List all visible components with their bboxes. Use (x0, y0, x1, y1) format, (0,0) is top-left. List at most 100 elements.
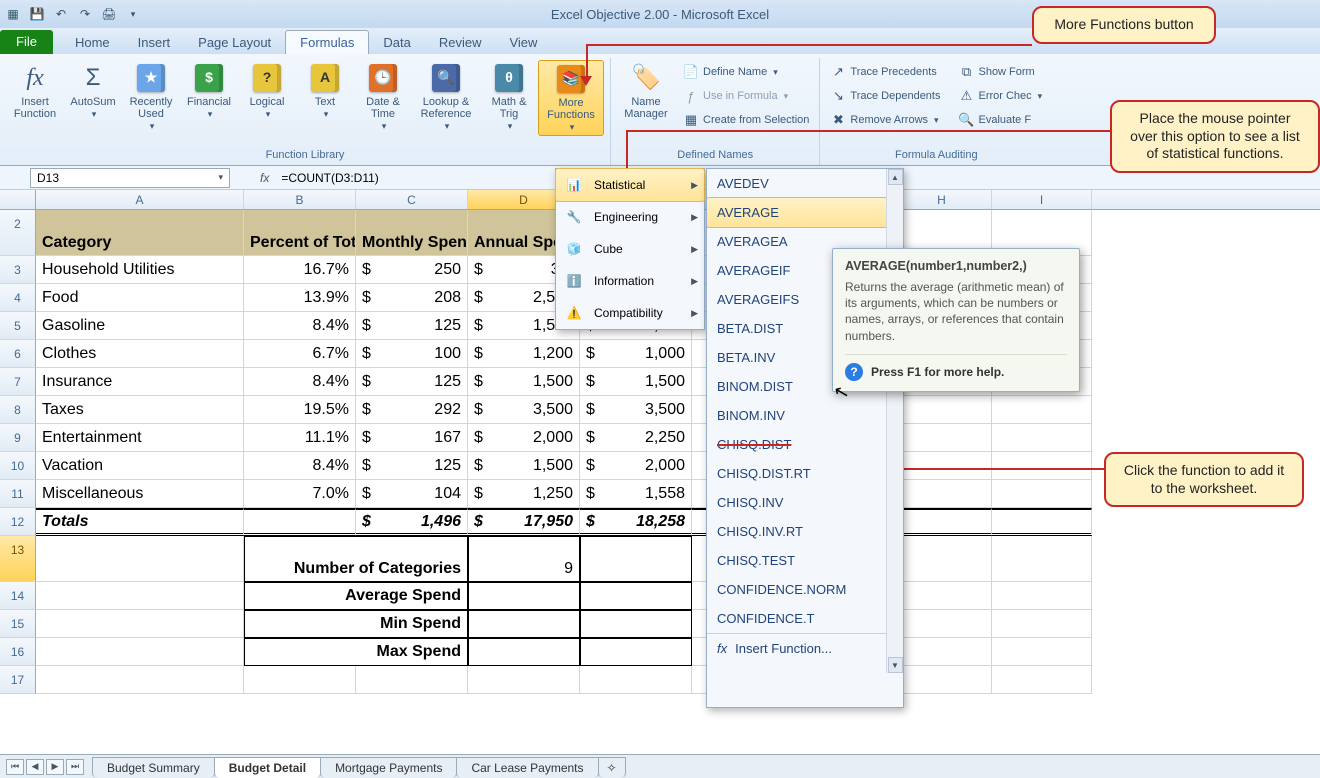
col-header-b[interactable]: B (244, 190, 356, 209)
remove-arrows-button[interactable]: ✖Remove Arrows (826, 110, 944, 130)
cell[interactable] (992, 452, 1092, 480)
cell[interactable]: $1,500 (580, 368, 692, 396)
cell[interactable]: Miscellaneous (36, 480, 244, 508)
col-header-a[interactable]: A (36, 190, 244, 209)
row-header[interactable]: 16 (0, 638, 36, 666)
tab-formulas[interactable]: Formulas (285, 30, 369, 54)
col-header-i[interactable]: I (992, 190, 1092, 209)
tab-review[interactable]: Review (425, 31, 496, 54)
error-checking-button[interactable]: ⚠Error Chec (954, 86, 1046, 106)
row-header[interactable]: 9 (0, 424, 36, 452)
fn-item-chisq-test[interactable]: CHISQ.TEST (707, 546, 903, 575)
cell[interactable] (892, 610, 992, 638)
fn-item-average[interactable]: AVERAGE (707, 197, 903, 228)
cell[interactable] (992, 424, 1092, 452)
recently-used-button[interactable]: ★ Recently Used (122, 60, 180, 136)
sheet-tab-car-lease[interactable]: Car Lease Payments (456, 757, 598, 778)
cell[interactable] (580, 666, 692, 694)
cell[interactable]: $125 (356, 368, 468, 396)
cell[interactable] (992, 666, 1092, 694)
qat-customize-icon[interactable]: ▾ (124, 5, 142, 23)
scroll-down-icon[interactable]: ▼ (888, 657, 903, 673)
cell[interactable] (36, 666, 244, 694)
sheet-nav-first[interactable]: ⏮ (6, 759, 24, 775)
date-time-button[interactable]: 🕒 Date & Time (354, 60, 412, 136)
cell[interactable] (992, 610, 1092, 638)
cell[interactable] (892, 638, 992, 666)
cell[interactable] (580, 610, 692, 638)
cell[interactable] (580, 638, 692, 666)
cell[interactable] (468, 610, 580, 638)
cell[interactable] (992, 536, 1092, 582)
logical-button[interactable]: ? Logical (238, 60, 296, 136)
cell[interactable] (244, 666, 356, 694)
cell[interactable] (36, 638, 244, 666)
sheet-tab-mortgage[interactable]: Mortgage Payments (320, 757, 457, 778)
cell[interactable] (36, 610, 244, 638)
show-formulas-button[interactable]: ⧉Show Form (954, 62, 1046, 82)
cell[interactable]: Entertainment (36, 424, 244, 452)
col-header-c[interactable]: C (356, 190, 468, 209)
cell[interactable] (892, 452, 992, 480)
cell[interactable] (992, 508, 1092, 536)
use-in-formula-button[interactable]: ƒUse in Formula (679, 86, 813, 106)
text-button[interactable]: A Text (296, 60, 354, 136)
cell[interactable]: 6.7% (244, 340, 356, 368)
cell[interactable]: $1,200 (468, 340, 580, 368)
autosum-button[interactable]: Σ AutoSum (64, 60, 122, 136)
cell[interactable]: $2,000 (468, 424, 580, 452)
row-header[interactable]: 15 (0, 610, 36, 638)
cell[interactable]: $1,000 (580, 340, 692, 368)
fn-item-confidence-t[interactable]: CONFIDENCE.T (707, 604, 903, 633)
insert-function-button[interactable]: fx Insert Function (6, 60, 64, 136)
create-from-selection-button[interactable]: ▦Create from Selection (679, 110, 813, 130)
trace-precedents-button[interactable]: ↗Trace Precedents (826, 62, 944, 82)
cell[interactable] (468, 582, 580, 610)
cell[interactable]: $167 (356, 424, 468, 452)
cell[interactable] (992, 638, 1092, 666)
sheet-nav-next[interactable]: ▶ (46, 759, 64, 775)
cell[interactable]: 19.5% (244, 396, 356, 424)
cell[interactable]: $2,250 (580, 424, 692, 452)
cell[interactable]: $1,250 (468, 480, 580, 508)
fn-item-binom-inv[interactable]: BINOM.INV (707, 401, 903, 430)
sheet-tab-budget-detail[interactable]: Budget Detail (214, 757, 321, 778)
cell[interactable] (992, 396, 1092, 424)
col-header-h[interactable]: H (892, 190, 992, 209)
cell[interactable] (580, 582, 692, 610)
redo-icon[interactable]: ↷ (76, 5, 94, 23)
tab-insert[interactable]: Insert (124, 31, 185, 54)
cell[interactable] (356, 666, 468, 694)
row-header[interactable]: 17 (0, 666, 36, 694)
function-list-scrollbar[interactable]: ▲ ▼ (886, 169, 903, 673)
more-functions-button[interactable]: 📚 More Functions (538, 60, 604, 136)
cell[interactable]: $250 (356, 256, 468, 284)
cell[interactable] (992, 480, 1092, 508)
evaluate-formula-button[interactable]: 🔍Evaluate F (954, 110, 1046, 130)
cell[interactable] (892, 424, 992, 452)
cell[interactable] (892, 480, 992, 508)
cell[interactable]: 8.4% (244, 452, 356, 480)
row-header[interactable]: 11 (0, 480, 36, 508)
cell[interactable] (892, 396, 992, 424)
menu-item-information[interactable]: ℹ️ Information▶ (556, 265, 704, 297)
trace-dependents-button[interactable]: ↘Trace Dependents (826, 86, 944, 106)
cell[interactable]: $2,000 (580, 452, 692, 480)
cell[interactable]: Gasoline (36, 312, 244, 340)
cell[interactable]: Number of Categories (244, 536, 468, 582)
sheet-nav-last[interactable]: ⏭ (66, 759, 84, 775)
tab-data[interactable]: Data (369, 31, 424, 54)
fn-item-chisq-inv-rt[interactable]: CHISQ.INV.RT (707, 517, 903, 546)
menu-item-compatibility[interactable]: ⚠️ Compatibility▶ (556, 297, 704, 329)
cell[interactable]: 13.9% (244, 284, 356, 312)
tab-home[interactable]: Home (61, 31, 124, 54)
row-header[interactable]: 10 (0, 452, 36, 480)
row-header[interactable]: 13 (0, 536, 36, 582)
cell[interactable] (992, 582, 1092, 610)
cell[interactable]: $104 (356, 480, 468, 508)
define-name-button[interactable]: 📄Define Name (679, 62, 813, 82)
cell[interactable]: Average Spend (244, 582, 468, 610)
cell[interactable]: 16.7% (244, 256, 356, 284)
cell[interactable]: $125 (356, 452, 468, 480)
cell[interactable]: $208 (356, 284, 468, 312)
